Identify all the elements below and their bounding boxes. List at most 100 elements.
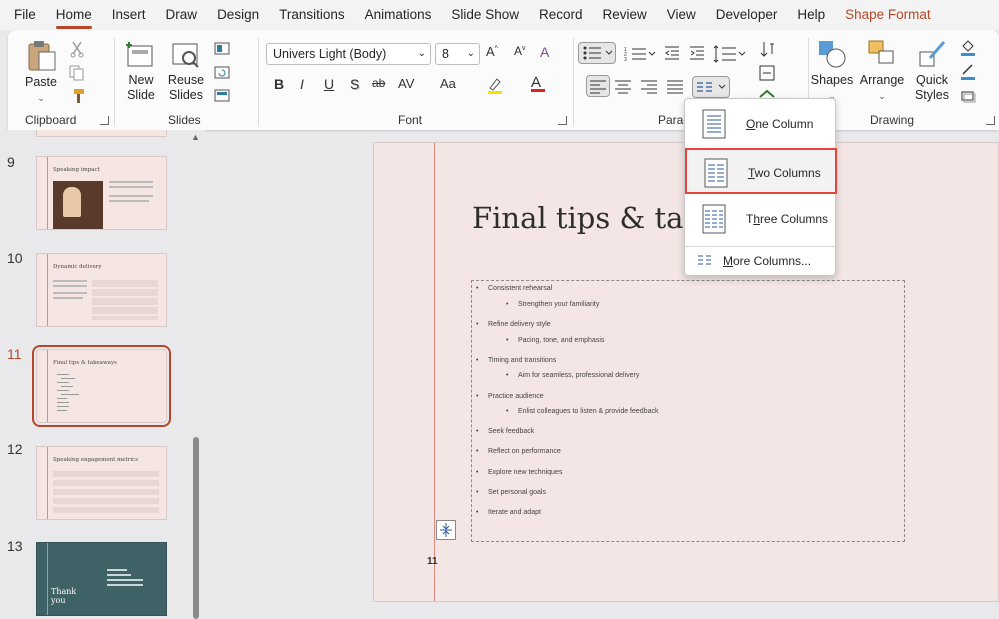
bullet-l1: Refine delivery style xyxy=(476,321,551,328)
arrange-button[interactable]: Arrange ⌄ xyxy=(857,38,907,102)
menu-home[interactable]: Home xyxy=(55,0,92,30)
bullet-l1: Timing and transitions xyxy=(476,357,556,364)
slide-thumbnail[interactable] xyxy=(36,130,167,137)
numbering-icon[interactable]: 123 xyxy=(622,44,656,64)
clipboard-launcher[interactable] xyxy=(100,116,109,125)
align-center-icon[interactable] xyxy=(614,77,632,95)
cut-icon[interactable] xyxy=(68,40,86,58)
shrink-font-icon[interactable]: Av xyxy=(514,44,526,58)
autofit-icon xyxy=(440,523,452,537)
slide-accent-line xyxy=(434,143,435,601)
menu-shape-format[interactable]: Shape Format xyxy=(845,0,931,30)
menu-file[interactable]: File xyxy=(14,0,36,30)
thumbnail-scrollbar[interactable] xyxy=(193,437,199,619)
font-launcher[interactable] xyxy=(558,116,567,125)
bold-button[interactable]: B xyxy=(274,76,284,92)
menu-help[interactable]: Help xyxy=(797,0,825,30)
format-painter-icon[interactable] xyxy=(68,87,86,105)
italic-button[interactable]: I xyxy=(300,76,304,92)
content-placeholder[interactable]: Consistent rehearsal Strengthen your fam… xyxy=(471,280,905,542)
slide-number: 11 xyxy=(427,556,438,567)
font-size-select[interactable]: 8 ⌄ xyxy=(435,43,480,65)
paste-button[interactable]: Paste ⌄ xyxy=(22,38,60,104)
font-group-label: Font xyxy=(398,113,423,127)
two-columns-option[interactable]: Two Columns xyxy=(685,148,837,194)
one-column-option[interactable]: One Column xyxy=(685,101,835,147)
reset-icon[interactable] xyxy=(213,64,231,82)
bullet-l1: Reflect on performance xyxy=(476,448,561,455)
align-text-icon[interactable] xyxy=(758,64,776,82)
change-case-button[interactable]: Aa xyxy=(440,76,456,91)
underline-button[interactable]: U xyxy=(324,76,334,92)
bullet-l2: Pacing, tone, and emphasis xyxy=(506,337,604,344)
align-left-button[interactable] xyxy=(586,75,610,97)
slide-thumbnail-13[interactable]: Thank you xyxy=(36,542,167,616)
bullet-l2: Strengthen your familiarity xyxy=(506,301,599,308)
scroll-up-arrow[interactable]: ▲ xyxy=(191,132,200,142)
justify-icon[interactable] xyxy=(666,77,684,95)
text-direction-icon[interactable] xyxy=(758,40,776,58)
align-right-icon[interactable] xyxy=(640,77,658,95)
autofit-options-button[interactable] xyxy=(436,520,456,540)
columns-button[interactable] xyxy=(692,76,730,98)
shapes-button[interactable]: Shapes ⌄ xyxy=(810,38,854,102)
arrange-icon xyxy=(868,40,894,64)
two-columns-label: Two Columns xyxy=(748,166,821,180)
bullet-l1: Iterate and adapt xyxy=(476,509,541,516)
clear-format-icon[interactable]: A xyxy=(540,44,549,60)
slide-thumbnail-12[interactable]: Speaking engagement metrics xyxy=(36,446,167,520)
more-columns-label: More Columns... xyxy=(723,254,812,268)
decrease-indent-icon[interactable] xyxy=(663,44,681,62)
columns-icon xyxy=(697,82,726,92)
thumb-number: 13 xyxy=(7,538,23,554)
shape-effects-icon[interactable] xyxy=(959,86,977,104)
menu-insert[interactable]: Insert xyxy=(112,0,146,30)
grow-font-icon[interactable]: A^ xyxy=(486,44,498,59)
menu-record[interactable]: Record xyxy=(539,0,583,30)
menu-design[interactable]: Design xyxy=(217,0,259,30)
menu-slide-show[interactable]: Slide Show xyxy=(451,0,519,30)
bullets-button[interactable] xyxy=(578,42,616,64)
line-spacing-icon[interactable] xyxy=(712,44,746,64)
slide-title[interactable]: Final tips & take xyxy=(472,201,718,235)
highlight-icon[interactable] xyxy=(486,76,504,94)
slide-thumbnail-11[interactable]: Final tips & takeaways xyxy=(32,345,171,427)
svg-text:3: 3 xyxy=(624,57,627,63)
quick-styles-button[interactable]: Quick Styles xyxy=(908,38,956,103)
new-slide-icon xyxy=(126,42,153,67)
drawing-launcher[interactable] xyxy=(986,116,995,125)
strikethrough-button[interactable]: ab xyxy=(372,76,385,90)
font-name-select[interactable]: Univers Light (Body) ⌄ xyxy=(266,43,431,65)
layout-icon[interactable] xyxy=(213,40,231,58)
paste-icon xyxy=(28,41,56,71)
ribbon: Paste ⌄ Clipboard New Slide Reuse Slides… xyxy=(8,30,999,130)
bullet-l2: Enlist colleagues to listen & provide fe… xyxy=(506,408,659,415)
bullet-l1: Practice audience xyxy=(476,393,544,400)
quick-styles-icon xyxy=(919,41,946,67)
slide-thumbnail-9[interactable]: Speaking impact xyxy=(36,156,167,230)
thumb-title: Speaking engagement metrics xyxy=(53,457,139,463)
shape-outline-icon[interactable] xyxy=(959,62,977,80)
menu-review[interactable]: Review xyxy=(603,0,647,30)
font-color-icon[interactable]: A xyxy=(531,74,545,92)
shapes-icon xyxy=(819,41,846,68)
divider xyxy=(258,38,259,126)
menu-developer[interactable]: Developer xyxy=(716,0,778,30)
thumb-title: Dynamic delivery xyxy=(53,264,102,270)
menu-transitions[interactable]: Transitions xyxy=(279,0,345,30)
new-slide-button[interactable]: New Slide xyxy=(121,40,161,103)
shape-fill-icon[interactable] xyxy=(959,38,977,56)
section-icon[interactable] xyxy=(213,87,231,105)
divider xyxy=(573,38,574,126)
char-spacing-button[interactable]: AV xyxy=(398,76,414,91)
menu-draw[interactable]: Draw xyxy=(166,0,198,30)
menu-view[interactable]: View xyxy=(667,0,696,30)
copy-icon[interactable] xyxy=(68,64,86,82)
more-columns-option[interactable]: More Columns... xyxy=(685,249,835,273)
three-columns-option[interactable]: Three Columns xyxy=(685,196,835,242)
menu-animations[interactable]: Animations xyxy=(365,0,432,30)
increase-indent-icon[interactable] xyxy=(688,44,706,62)
shadow-button[interactable]: S xyxy=(350,76,359,92)
reuse-slides-button[interactable]: Reuse Slides xyxy=(166,40,206,103)
slide-thumbnail-10[interactable]: Dynamic delivery xyxy=(36,253,167,327)
